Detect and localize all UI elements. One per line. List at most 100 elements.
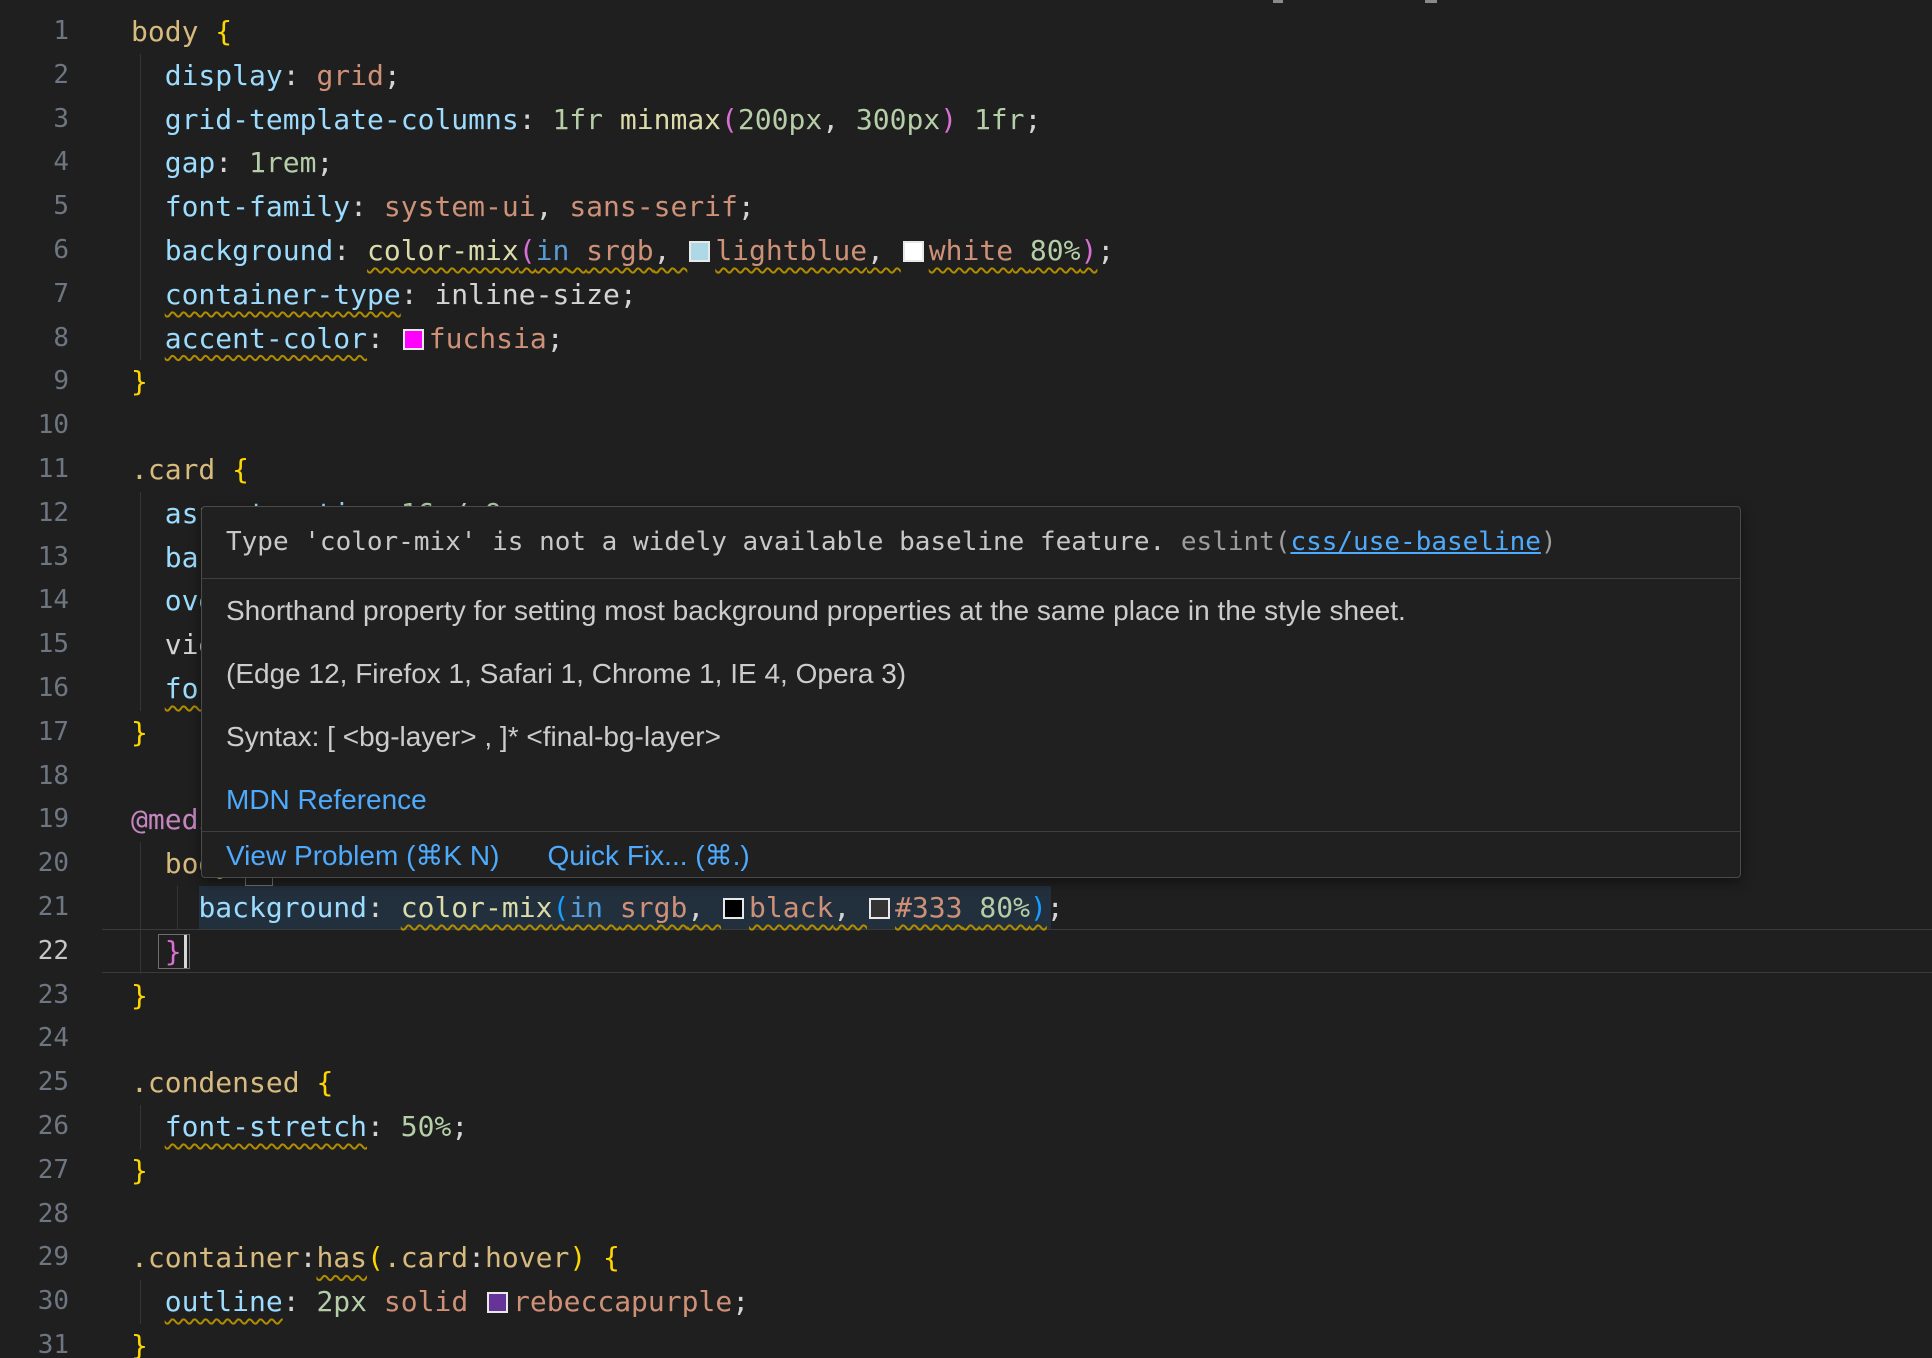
line-number[interactable]: 26	[0, 1105, 69, 1149]
code-token: }	[131, 979, 148, 1012]
color-swatch[interactable]	[869, 898, 890, 919]
code-token: outline	[165, 1285, 283, 1318]
line-code[interactable]: .container:has(.card:hover) {	[131, 1236, 620, 1280]
code-line: 22 }	[0, 930, 1932, 974]
line-number[interactable]: 27	[0, 1149, 69, 1193]
code-line: 6 background: color-mix(in srgb, lightbl…	[0, 229, 1932, 273]
line-number[interactable]: 13	[0, 536, 69, 580]
code-token: accent-color	[165, 322, 367, 355]
code-token	[1013, 234, 1030, 267]
line-code[interactable]: .card {	[131, 448, 249, 492]
color-swatch[interactable]	[903, 241, 924, 262]
line-number[interactable]: 25	[0, 1061, 69, 1105]
code-token	[300, 1066, 317, 1099]
code-token: .card	[131, 453, 215, 486]
code-token: color-mix	[401, 891, 553, 924]
code-token: {	[603, 1241, 620, 1274]
line-code[interactable]: }	[131, 974, 148, 1018]
warning-squiggle: outline	[165, 1285, 283, 1318]
code-token: )	[940, 103, 957, 136]
doc-section: Shorthand property for setting most back…	[202, 579, 1740, 832]
code-token: {	[232, 453, 249, 486]
line-number[interactable]: 2	[0, 54, 69, 98]
clipped-glyph-sliver	[1273, 0, 1283, 3]
line-number[interactable]: 5	[0, 185, 69, 229]
line-number[interactable]: 22	[0, 930, 69, 974]
line-code[interactable]: outline: 2px solid rebeccapurple;	[131, 1280, 749, 1324]
line-number[interactable]: 20	[0, 842, 69, 886]
code-token: ;	[451, 1110, 468, 1143]
line-number[interactable]: 12	[0, 492, 69, 536]
line-number[interactable]: 1	[0, 10, 69, 54]
code-token: ;	[620, 278, 637, 311]
code-token: lightblue	[715, 234, 867, 267]
line-code[interactable]: font-family: system-ui, sans-serif;	[131, 185, 755, 229]
code-token: color-mix	[367, 234, 519, 267]
code-token: system-ui	[384, 190, 536, 223]
line-number[interactable]: 23	[0, 974, 69, 1018]
view-problem-link[interactable]: View Problem (⌘K N)	[226, 832, 499, 878]
line-number[interactable]: 15	[0, 623, 69, 667]
line-code[interactable]: grid-template-columns: 1fr minmax(200px,…	[131, 98, 1041, 142]
line-code[interactable]: gap: 1rem;	[131, 141, 333, 185]
line-number[interactable]: 31	[0, 1324, 69, 1358]
color-swatch[interactable]	[403, 329, 424, 350]
line-number[interactable]: 14	[0, 579, 69, 623]
color-swatch[interactable]	[723, 898, 744, 919]
line-number[interactable]: 16	[0, 667, 69, 711]
line-code[interactable]: background: color-mix(in srgb, lightblue…	[131, 229, 1114, 273]
code-line: 25 .condensed {	[0, 1061, 1932, 1105]
code-token: (	[367, 1241, 384, 1274]
code-token: ,	[867, 234, 901, 267]
color-swatch[interactable]	[487, 1292, 508, 1313]
line-number[interactable]: 29	[0, 1236, 69, 1280]
line-number[interactable]: 19	[0, 798, 69, 842]
line-number[interactable]: 28	[0, 1193, 69, 1237]
code-token	[468, 1285, 485, 1318]
line-number[interactable]: 8	[0, 317, 69, 361]
line-number[interactable]: 11	[0, 448, 69, 492]
code-token	[603, 891, 620, 924]
code-token: 1rem	[249, 146, 316, 179]
line-number[interactable]: 24	[0, 1017, 69, 1061]
mdn-reference-link[interactable]: MDN Reference	[226, 784, 427, 815]
code-token: ;	[1047, 891, 1064, 924]
code-line: 27}	[0, 1149, 1932, 1193]
line-code[interactable]: accent-color: fuchsia;	[131, 317, 564, 361]
line-code[interactable]: body {	[131, 10, 232, 54]
line-number[interactable]: 21	[0, 886, 69, 930]
line-code[interactable]: font-stretch: 50%;	[131, 1105, 468, 1149]
code-token: ;	[738, 190, 755, 223]
diagnostic-text: Type 'color-mix' is not a widely availab…	[226, 527, 1181, 557]
line-number[interactable]: 6	[0, 229, 69, 273]
eslint-rule-link[interactable]: css/use-baseline	[1290, 527, 1540, 557]
line-number[interactable]: 9	[0, 360, 69, 404]
line-code[interactable]: }	[131, 1324, 148, 1358]
code-token: sans-serif	[569, 190, 738, 223]
code-token: 80%	[979, 891, 1030, 924]
line-number[interactable]: 17	[0, 711, 69, 755]
line-code[interactable]: }	[131, 360, 148, 404]
line-number[interactable]: 18	[0, 755, 69, 799]
warning-squiggle: color-mix(in srgb, black, #333 80%)	[401, 891, 1047, 924]
line-code[interactable]: }	[131, 711, 148, 755]
code-token: fuchsia	[429, 322, 547, 355]
line-code[interactable]: .condensed {	[131, 1061, 333, 1105]
line-code[interactable]: display: grid;	[131, 54, 401, 98]
code-line: 30 outline: 2px solid rebeccapurple;	[0, 1280, 1932, 1324]
line-number[interactable]: 4	[0, 141, 69, 185]
line-code[interactable]: background: color-mix(in srgb, black, #3…	[131, 886, 1064, 930]
code-line: 1 body {	[0, 10, 1932, 54]
code-token: body	[131, 15, 198, 48]
line-number[interactable]: 30	[0, 1280, 69, 1324]
code-token: :	[283, 59, 317, 92]
code-token: black	[749, 891, 833, 924]
line-code[interactable]: }	[131, 1149, 148, 1193]
quick-fix-link[interactable]: Quick Fix... (⌘.)	[547, 832, 749, 878]
line-number[interactable]: 3	[0, 98, 69, 142]
line-number[interactable]: 7	[0, 273, 69, 317]
line-code[interactable]: container-type: inline-size;	[131, 273, 637, 317]
line-number[interactable]: 10	[0, 404, 69, 448]
color-swatch[interactable]	[689, 241, 710, 262]
code-line: 8 accent-color: fuchsia;	[0, 317, 1932, 361]
